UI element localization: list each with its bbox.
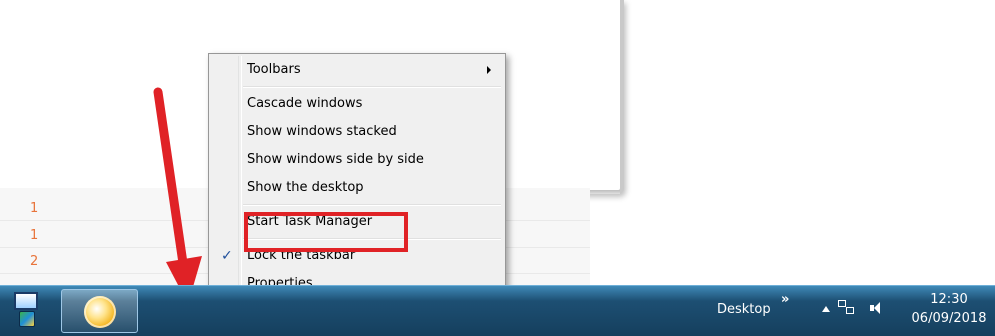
media-app-icon: [84, 296, 116, 328]
annotation-arrow-icon: [153, 87, 202, 304]
taskbar-app-button[interactable]: [61, 289, 138, 333]
menu-item-show-windows-stacked[interactable]: Show windows stacked: [211, 118, 503, 146]
list-item-number: 1: [30, 201, 39, 216]
menu-item-show-windows-side-by-side[interactable]: Show windows side by side: [211, 146, 503, 174]
desktop-toolbar-label[interactable]: Desktop: [717, 302, 771, 317]
menu-item-label: Show the desktop: [247, 180, 364, 195]
start-logo-icon: [19, 311, 35, 327]
menu-item-label: Show windows side by side: [247, 152, 424, 167]
volume-icon[interactable]: [870, 302, 880, 314]
clock-date: 06/09/2018: [911, 311, 987, 326]
menu-item-toolbars[interactable]: Toolbars: [211, 56, 503, 84]
clock-time: 12:30: [930, 292, 968, 307]
menu-item-show-the-desktop[interactable]: Show the desktop: [211, 174, 503, 202]
system-clock[interactable]: 12:30 06/09/2018: [910, 290, 988, 328]
toolbar-chevrons-icon[interactable]: »: [781, 292, 789, 307]
network-icon[interactable]: [838, 300, 856, 316]
check-icon: ✓: [221, 248, 233, 264]
show-hidden-icons-icon[interactable]: [822, 306, 830, 312]
taskbar: Desktop » 12:30 06/09/2018: [0, 285, 995, 336]
start-button[interactable]: [10, 290, 44, 332]
submenu-arrow-icon: [487, 66, 491, 74]
computer-icon: [14, 292, 38, 310]
list-item-number: 1: [30, 228, 39, 243]
taskbar-context-menu: Toolbars Cascade windows Show windows st…: [208, 53, 506, 311]
menu-item-cascade-windows[interactable]: Cascade windows: [211, 90, 503, 118]
menu-item-label: Toolbars: [247, 62, 301, 77]
menu-item-label: Show windows stacked: [247, 124, 397, 139]
menu-item-label: Cascade windows: [247, 96, 363, 111]
annotation-highlight-box: [244, 212, 408, 252]
list-item-number: 2: [30, 254, 39, 269]
